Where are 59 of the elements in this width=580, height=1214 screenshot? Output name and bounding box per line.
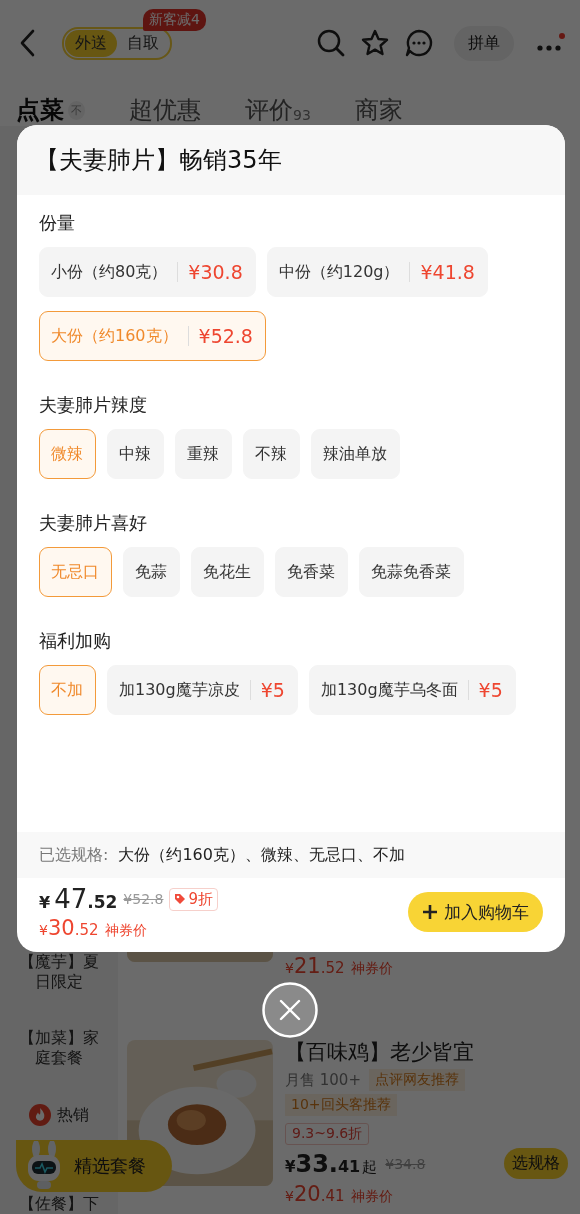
tab[interactable]: 商家 [354,94,403,126]
close-button[interactable] [262,982,318,1038]
group-order-button[interactable]: 拼单 [454,25,514,61]
chat-icon[interactable] [404,28,434,58]
product-name: 【百味鸡】老少皆宜 [285,1039,475,1066]
coupon-price: ¥21.52 神券价 [285,954,394,978]
option-chip[interactable]: 微辣 [39,429,96,479]
category-label[interactable]: 【佐餐】下 [18,1194,100,1214]
mode-toggle[interactable]: 外送 自取 [62,26,172,60]
category-label[interactable]: 【魔芋】夏日限定 [18,952,100,992]
option-chip[interactable]: 不加 [39,665,96,715]
combo-button[interactable]: 精选套餐 [16,1140,172,1192]
option-chip[interactable]: 加130g魔芋乌冬面 ¥5 [308,665,516,715]
star-icon[interactable] [360,28,390,58]
option-chip[interactable]: 无忌口 [39,547,112,597]
option-chip[interactable]: 小份（约80克） ¥30.8 [39,247,256,297]
promo-badge: 新客减4 [143,8,206,31]
plus-icon [422,904,438,920]
category-label[interactable]: 【加菜】家庭套餐 [18,1028,100,1068]
option-chip[interactable]: 不辣 [243,429,300,479]
product-tag: 10+回头客推荐 [285,1094,397,1116]
tab-count: 93 [293,107,311,123]
product-tag: 点评网友推荐 [368,1069,465,1091]
option-chip[interactable]: 免蒜 [123,547,180,597]
category-label[interactable]: 热销 [57,1105,89,1125]
dialog-title: 【夫妻肺片】畅销35年 [17,125,565,195]
product-price: ¥33.41起 [285,1149,378,1178]
option-chip[interactable]: 免花生 [191,547,264,597]
add-to-cart-button[interactable]: 加入购物车 [408,892,543,932]
mode-option[interactable]: 外送 [65,29,117,57]
option-chip[interactable]: 加130g魔芋凉皮 ¥5 [107,665,298,715]
total-price: ¥47.52 [39,884,118,914]
summary-text: 大份（约160克）、微辣、无忌口、不加 [118,844,405,866]
option-chip[interactable]: 重辣 [175,429,232,479]
option-chip[interactable]: 免香菜 [275,547,348,597]
search-icon[interactable] [316,28,346,58]
discount-tag: 9.3~9.6折 [285,1123,370,1145]
option-chip[interactable]: 中辣 [107,429,164,479]
coupon-price: ¥20.41 神券价 [285,1182,394,1206]
original-price: ¥52.8 [123,891,164,907]
discount-badge: 9折 [169,887,218,911]
option-group-title: 夫妻肺片喜好 [39,511,148,535]
sales-count: 月售 100+ [285,1070,361,1090]
flame-icon [29,1104,51,1126]
option-chip[interactable]: 中份（约120g） ¥41.8 [266,247,488,297]
coupon-price: ¥30.52 神券价 [39,916,148,940]
choose-spec-button[interactable]: 选规格 [504,1148,568,1179]
option-chip[interactable]: 辣油单放 [311,429,400,479]
summary-label: 已选规格: [39,844,109,866]
tab[interactable]: 超优惠 [129,94,201,126]
option-group-title: 夫妻肺片辣度 [39,393,148,417]
more-icon[interactable] [536,32,566,54]
option-chip[interactable]: 免蒜免香菜 [359,547,464,597]
tag-icon [174,893,187,905]
tab[interactable]: 评价93 [245,94,311,126]
mode-option[interactable]: 自取 [117,29,169,57]
option-group-title: 份量 [39,211,76,235]
option-chip[interactable]: 大份（约160克） ¥52.8 [39,311,266,361]
option-group-title: 福利加购 [39,629,112,653]
